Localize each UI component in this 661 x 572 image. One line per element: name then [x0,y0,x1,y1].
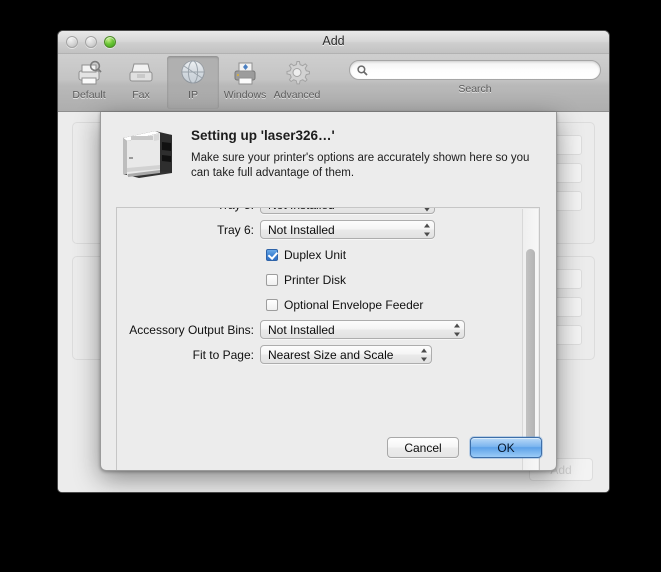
printer-magnifier-icon [74,58,104,88]
option-row-output-bins: Accessory Output Bins: Not Installed [117,317,523,342]
fax-icon [126,58,156,88]
sheet-header: Setting up 'laser326…' Make sure your pr… [101,112,556,188]
toolbar-search: Search [349,60,601,95]
search-label: Search [458,83,492,95]
window-titlebar: Add [58,31,609,54]
printer-disk-checkbox[interactable] [266,273,278,286]
toolbar-item-advanced[interactable]: Advanced [271,56,323,109]
fit-to-page-select[interactable]: Nearest Size and Scale [260,345,432,364]
sheet-subtitle: Make sure your printer's options are acc… [191,152,530,179]
chevron-updown-icon [423,208,430,211]
screen: Add Default Fax IP Windows Advanced Sear… [0,0,661,572]
tray5-label: Tray 5: [117,208,260,212]
options-scroll-pane: Tray 5: Not Installed Tray 6: Not Instal… [116,207,540,470]
toolbar-label-ip: IP [188,89,198,101]
window-title: Add [322,34,345,48]
sheet-button-bar: Cancel OK [387,437,542,458]
cancel-button[interactable]: Cancel [387,437,459,458]
toolbar: Default Fax IP Windows Advanced Search [58,54,609,112]
option-row-duplex-unit[interactable]: Duplex Unit [117,242,523,267]
toolbar-item-fax[interactable]: Fax [115,56,167,109]
toolbar-label-advanced: Advanced [273,89,321,101]
chevron-updown-icon [453,323,460,336]
sheet-title: Setting up 'laser326…' [191,128,335,143]
tray6-select[interactable]: Not Installed [260,220,435,239]
toolbar-item-default[interactable]: Default [63,56,115,109]
printer-windows-icon [230,58,260,88]
duplex-unit-checkbox[interactable] [266,248,278,261]
sheet-header-text: Setting up 'laser326…' Make sure your pr… [191,124,542,182]
toolbar-item-windows[interactable]: Windows [219,56,271,109]
gear-icon [282,58,312,88]
tray5-select[interactable]: Not Installed [260,208,435,214]
option-row-envelope-feeder[interactable]: Optional Envelope Feeder [117,292,523,317]
option-row-tray5: Tray 5: Not Installed [117,208,523,217]
option-row-fit-to-page: Fit to Page: Nearest Size and Scale [117,342,523,367]
output-bins-label: Accessory Output Bins: [129,322,254,337]
globe-icon [178,58,208,88]
tray6-label: Tray 6: [217,222,254,237]
ok-button[interactable]: OK [470,437,542,458]
output-bins-select[interactable]: Not Installed [260,320,465,339]
envelope-feeder-label: Optional Envelope Feeder [284,297,424,312]
options-list: Tray 5: Not Installed Tray 6: Not Instal… [117,208,523,367]
options-scrollbar[interactable] [522,209,538,470]
printer-disk-label: Printer Disk [284,272,347,287]
toolbar-label-windows: Windows [223,89,267,101]
option-row-printer-disk[interactable]: Printer Disk [117,267,523,292]
envelope-feeder-checkbox[interactable] [266,298,278,311]
search-icon [357,64,368,76]
toolbar-label-fax: Fax [132,89,150,101]
option-row-tray6: Tray 6: Not Installed [117,217,523,242]
fit-to-page-value: Nearest Size and Scale [268,347,394,362]
output-bins-value: Not Installed [268,322,335,337]
chevron-updown-icon [420,348,427,361]
search-input[interactable] [372,64,562,76]
search-field[interactable] [349,60,601,80]
options-scrollbar-thumb[interactable] [526,249,535,453]
hp-laserjet-printer-icon [115,124,179,182]
tray6-value: Not Installed [268,222,335,237]
tray5-value: Not Installed [268,208,335,212]
toolbar-label-default: Default [72,89,106,101]
toolbar-item-ip[interactable]: IP [167,56,219,109]
fit-to-page-label: Fit to Page: [192,347,254,362]
chevron-updown-icon [423,223,430,236]
printer-options-sheet: Setting up 'laser326…' Make sure your pr… [100,112,557,471]
duplex-unit-label: Duplex Unit [284,247,347,262]
